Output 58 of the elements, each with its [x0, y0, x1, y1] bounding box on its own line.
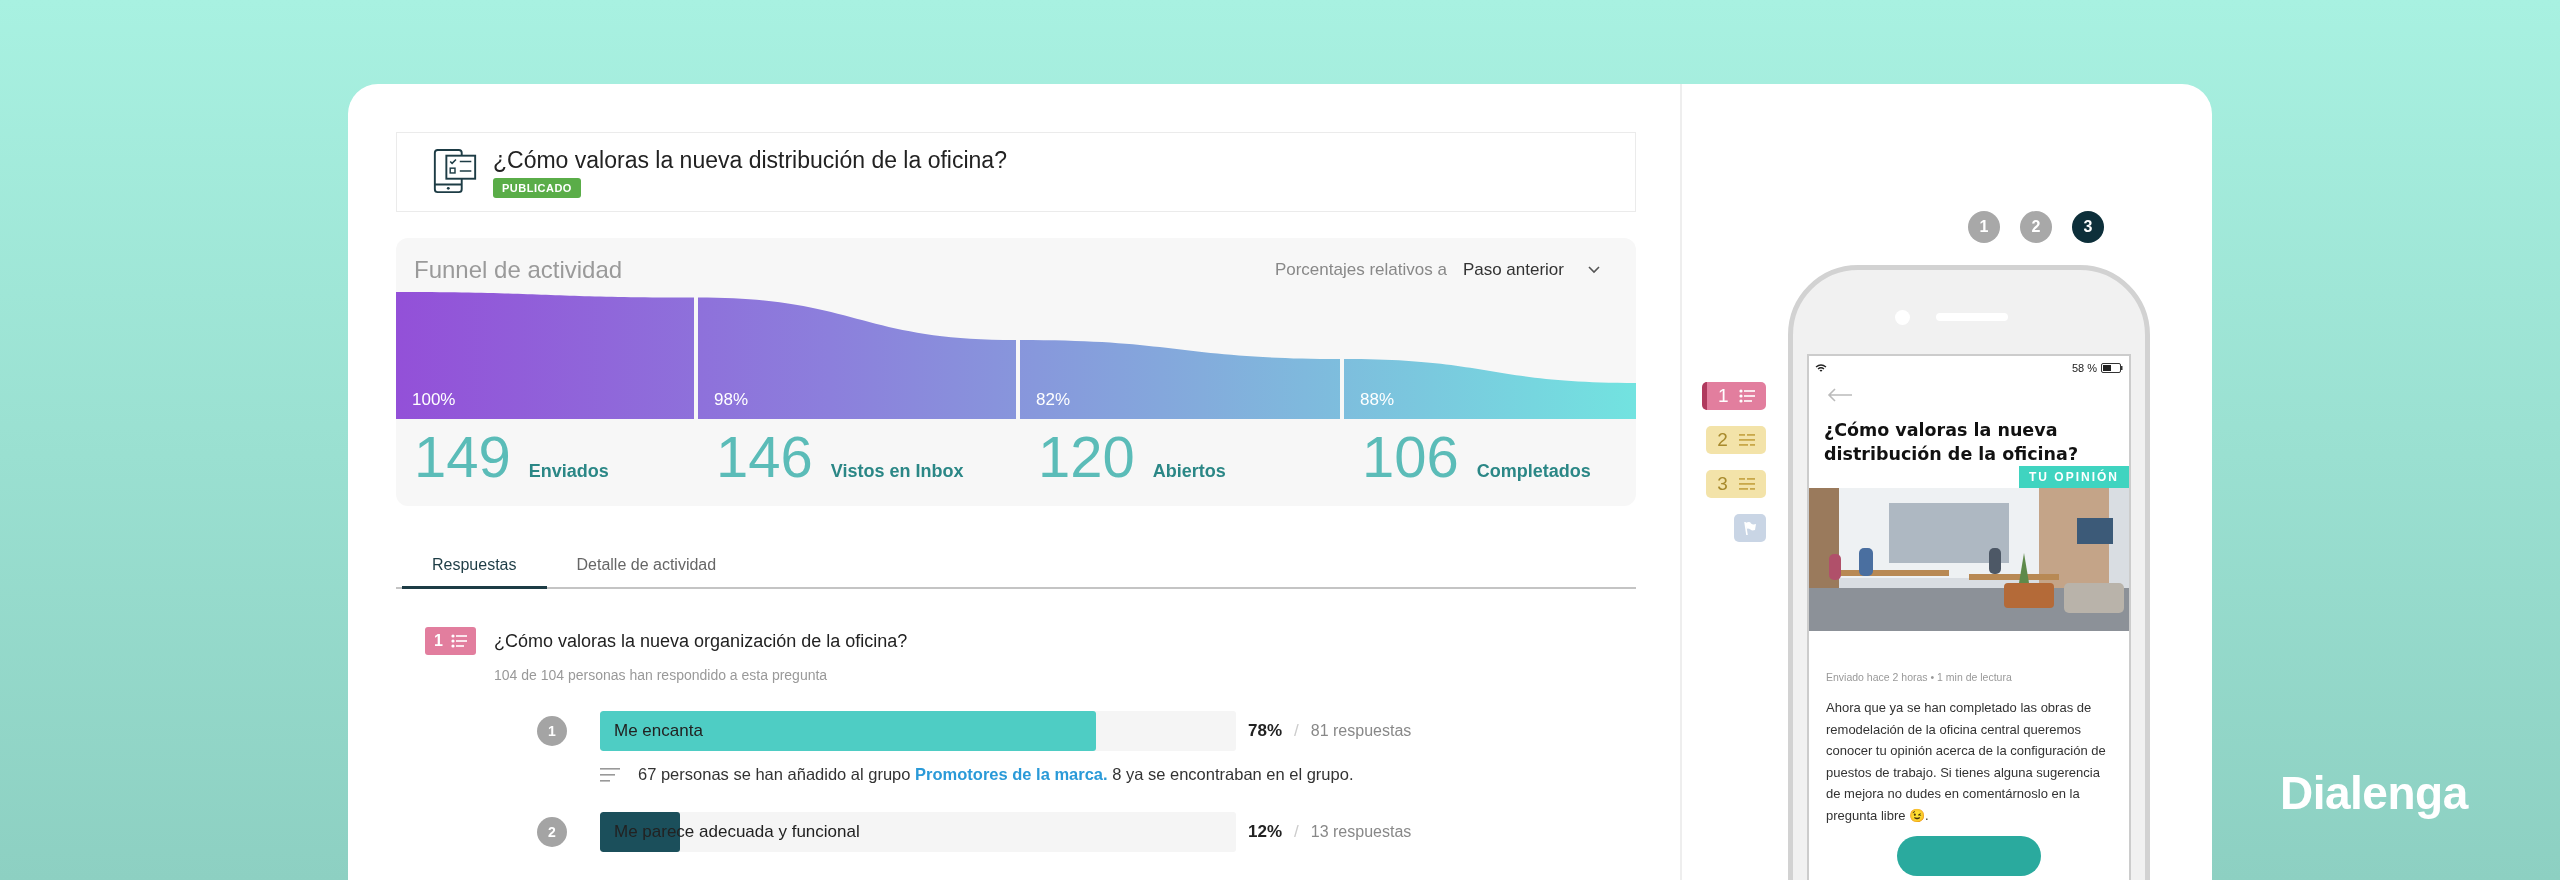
option-percent: 12%: [1248, 822, 1283, 842]
post-meta: Enviado hace 2 horas • 1 min de lectura: [1826, 671, 2013, 683]
option-percent: 78%: [1248, 721, 1283, 741]
back-arrow-icon[interactable]: [1827, 388, 1853, 402]
status-badge: PUBLICADO: [493, 177, 581, 198]
category-tag: TU OPINIÓN: [2019, 466, 2129, 488]
flag-icon: [1742, 520, 1758, 536]
stage-label: Vistos en Inbox: [830, 461, 964, 482]
step-button[interactable]: 3: [2072, 211, 2104, 243]
stage-count: 149: [414, 423, 511, 491]
list-icon: [1738, 389, 1755, 403]
stage-label: Abiertos: [1152, 461, 1226, 482]
lines-icon: [600, 767, 620, 782]
separator-slash: /: [1294, 822, 1299, 842]
outline-question-button[interactable]: 2: [1706, 426, 1766, 454]
option-label: Me encanta: [613, 721, 703, 740]
question-summary: 104 de 104 personas han respondido a esta pregunta: [494, 667, 829, 683]
option-number: 2: [537, 817, 567, 847]
text-lines-icon: [1738, 478, 1755, 490]
brand-logo: Dialenga: [2280, 766, 2468, 820]
step-button[interactable]: 2: [2020, 211, 2052, 243]
option-responses: 13 respuestas: [1310, 823, 1412, 841]
option-number: 1: [537, 716, 567, 746]
list-icon: [450, 634, 467, 648]
tab[interactable]: Respuestas: [402, 546, 547, 589]
text-lines-icon: [1738, 434, 1755, 446]
funnel-percent: 98%: [714, 390, 749, 409]
tab[interactable]: Detalle de actividad: [546, 546, 747, 589]
option-responses: 81 respuestas: [1310, 722, 1412, 740]
battery-percent: 58 %: [2071, 362, 2097, 374]
stage-label: Enviados: [528, 461, 609, 482]
funnel-percent: 82%: [1036, 390, 1071, 409]
group-link[interactable]: Promotores de la marca.: [915, 765, 1108, 783]
phone-checklist-icon: [431, 148, 479, 196]
survey-title: ¿Cómo valoras la nueva distribución de la oficina?: [493, 146, 1007, 174]
funnel-percent: 88%: [1360, 390, 1395, 409]
end-flag-button[interactable]: [1734, 514, 1766, 542]
chevron-icon: [1588, 266, 1600, 274]
outline-question-button[interactable]: 3: [1706, 470, 1766, 498]
post-body: Ahora que ya se han completado las obras de remodelación de la oficina central queremos conocer tu opinión acerca de la configuración de puestos de trabajo. Si tienes alguna sugerencia de mejora no dudes en comentárnoslo en la pregunta libre 😉.: [1826, 699, 2107, 825]
stage-count: 106: [1362, 423, 1459, 491]
question-title: ¿Cómo valoras la nueva organización de la oficina?: [494, 630, 908, 652]
stage-count: 120: [1038, 423, 1135, 491]
relative-dropdown[interactable]: Paso anterior: [1462, 260, 1600, 280]
wifi-icon: [1815, 363, 1827, 373]
stage-count: 146: [716, 423, 813, 491]
group-note: 67 personas se han añadido al grupo Promotores de la marca. 8 ya se encontraban en el grupo.: [638, 765, 1354, 784]
relative-label: Porcentajes relativos a: [1274, 260, 1447, 280]
battery-icon: [2101, 363, 2123, 373]
separator-slash: /: [1294, 721, 1299, 741]
step-button[interactable]: 1: [1968, 211, 2000, 243]
funnel-title: Funnel de actividad: [414, 256, 623, 284]
outline-question-button[interactable]: 1: [1702, 382, 1766, 410]
stage-label: Completados: [1476, 461, 1591, 482]
post-title: ¿Cómo valoras la nueva distribución de la oficina?: [1824, 419, 2080, 466]
action-button[interactable]: [1897, 836, 2041, 876]
funnel-percent: 100%: [412, 390, 456, 409]
question-number: 1: [434, 632, 443, 650]
